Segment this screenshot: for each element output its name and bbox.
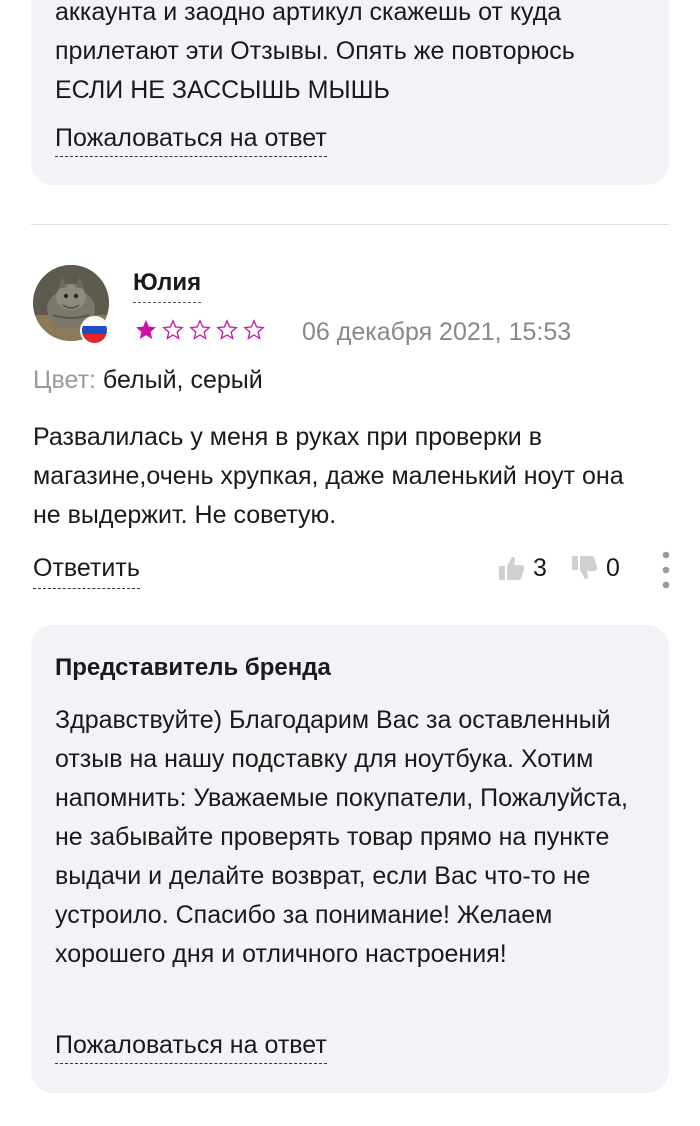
review-divider — [31, 224, 669, 225]
dislike-count: 0 — [606, 554, 620, 582]
brand-reply-title: Представитель бренда — [55, 654, 331, 681]
reviews-page: аккаунта и заодно артикул скажешь от куд… — [0, 0, 700, 1126]
star-empty-icon — [216, 319, 238, 340]
report-reply-link[interactable]: Пожаловаться на ответ — [55, 1030, 327, 1064]
report-reply-link[interactable]: Пожаловаться на ответ — [55, 123, 327, 157]
previous-reply-card: аккаунта и заодно артикул скажешь от куд… — [31, 0, 669, 185]
rating-stars — [134, 318, 266, 342]
star-empty-icon — [189, 319, 211, 340]
review-date: 06 декабря 2021, 15:53 — [302, 318, 572, 346]
thumbs-down-icon — [572, 556, 598, 580]
more-options-icon[interactable] — [656, 548, 676, 592]
review-author[interactable]: Юлия — [133, 268, 202, 303]
product-color-row: Цвет: белый, серый — [33, 364, 263, 396]
like-button[interactable]: 3 — [497, 553, 547, 583]
reply-button[interactable]: Ответить — [33, 553, 140, 589]
like-count: 3 — [533, 554, 547, 582]
brand-reply-card: Представитель бренда Здравствуйте) Благо… — [31, 625, 669, 1093]
review-text: Развалилась у меня в руках при проверки … — [33, 423, 624, 529]
dislike-button[interactable]: 0 — [570, 553, 620, 583]
thumbs-up-icon — [499, 556, 525, 580]
star-empty-icon — [162, 319, 184, 340]
previous-reply-text: аккаунта и заодно артикул скажешь от куд… — [55, 0, 575, 104]
color-value: белый, серый — [102, 366, 263, 394]
russia-flag-icon — [80, 316, 109, 345]
star-filled-icon — [136, 320, 156, 339]
color-label: Цвет: — [33, 366, 96, 394]
brand-reply-text: Здравствуйте) Благодарим Вас за оставлен… — [55, 706, 628, 968]
star-empty-icon — [243, 319, 265, 340]
